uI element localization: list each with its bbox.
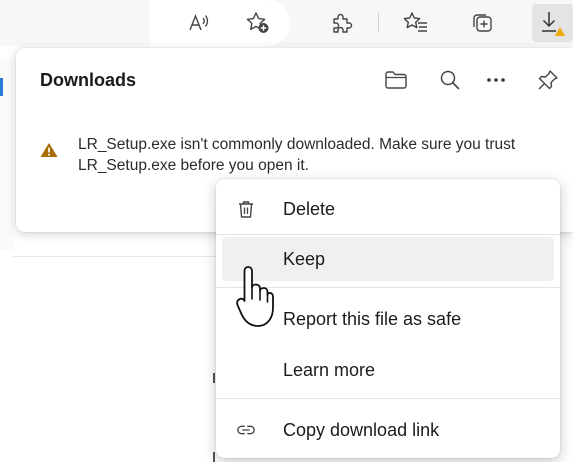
menu-item-label: Copy download link: [283, 419, 440, 440]
download-warning-message: LR_Setup.exe isn't commonly downloaded. …: [78, 136, 516, 174]
read-aloud-button[interactable]: [183, 7, 215, 39]
download-icon: [541, 12, 565, 36]
menu-item-delete[interactable]: Delete: [222, 187, 554, 231]
browser-toolbar: [0, 0, 573, 46]
page-text-fragment: [213, 373, 215, 383]
puzzle-icon: [333, 13, 353, 33]
read-aloud-icon: [189, 14, 209, 31]
menu-separator: [216, 398, 560, 399]
page-text-fragment: [213, 452, 215, 462]
pin-panel-button[interactable]: [534, 66, 562, 94]
menu-separator: [216, 234, 560, 235]
link-icon: [236, 420, 256, 440]
star-add-icon: [246, 12, 269, 33]
add-favorite-button[interactable]: [242, 7, 274, 39]
favorites-button[interactable]: [400, 7, 432, 39]
more-icon: [487, 78, 505, 82]
more-options-button[interactable]: [482, 66, 510, 94]
menu-item-label: Keep: [283, 248, 326, 269]
extensions-button[interactable]: [325, 7, 357, 39]
folder-icon: [385, 71, 407, 89]
trash-icon: [236, 199, 256, 219]
menu-item-label: Learn more: [283, 359, 376, 380]
search-icon: [440, 70, 460, 90]
page-divider: [13, 256, 223, 257]
panel-title: Downloads: [40, 70, 137, 90]
menu-item-label: Report this file as safe: [283, 308, 462, 329]
collections-button[interactable]: [466, 7, 498, 39]
toolbar-separator: [378, 13, 379, 33]
collections-icon: [473, 14, 492, 32]
hand-cursor-icon: [236, 266, 274, 327]
page-accent-mark: [0, 78, 3, 96]
menu-item-copy-link[interactable]: Copy download link: [222, 408, 554, 452]
menu-item-learn-more[interactable]: Learn more: [222, 348, 554, 392]
pin-icon: [538, 70, 558, 90]
menu-item-label: Delete: [283, 198, 336, 219]
search-downloads-button[interactable]: [436, 66, 464, 94]
favorites-icon: [403, 12, 427, 32]
open-folder-button[interactable]: [382, 66, 410, 94]
warning-icon: [40, 143, 58, 157]
downloads-button[interactable]: [532, 4, 573, 42]
